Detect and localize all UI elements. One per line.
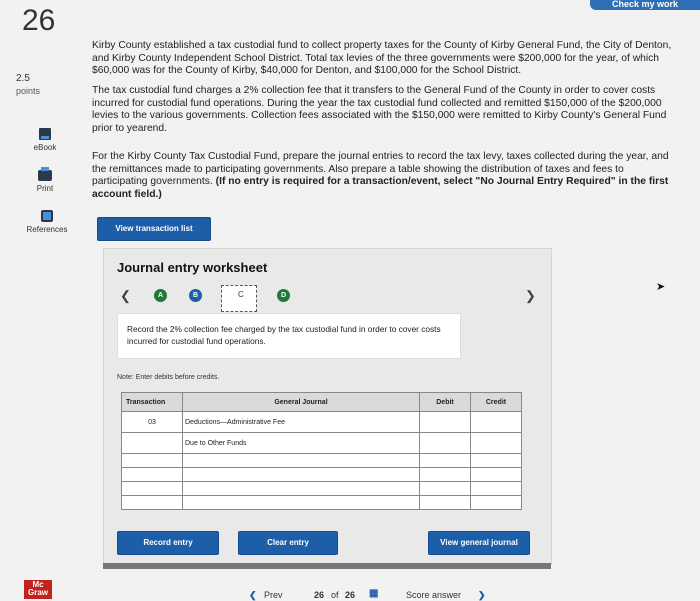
problem-paragraph-1: Kirby County established a tax custodial… bbox=[92, 40, 672, 77]
points-label: points bbox=[16, 86, 41, 96]
page-of: of bbox=[331, 590, 339, 600]
mcgraw-hill-logo: Mc Graw bbox=[24, 580, 52, 599]
table-row: 03 Deductions—Administrative Fee bbox=[121, 411, 522, 433]
step-c-label: C bbox=[238, 290, 244, 299]
logo-line-2: Graw bbox=[27, 588, 48, 597]
transaction-cell bbox=[121, 432, 183, 454]
printer-icon bbox=[38, 167, 52, 181]
credit-field[interactable] bbox=[470, 453, 522, 468]
prev-chevron-icon[interactable]: ❮ bbox=[249, 590, 257, 601]
entry-note: Note: Enter debits before credits. bbox=[117, 374, 220, 381]
credit-field[interactable] bbox=[470, 432, 522, 454]
print-tool[interactable]: Print bbox=[10, 167, 80, 193]
step-d[interactable]: D bbox=[277, 289, 290, 302]
worksheet-title: Journal entry worksheet bbox=[117, 260, 268, 275]
table-row bbox=[121, 453, 522, 468]
view-transaction-list-button[interactable]: View transaction list bbox=[97, 217, 211, 241]
transaction-cell bbox=[121, 467, 183, 482]
transaction-cell bbox=[121, 481, 183, 496]
check-my-work-button[interactable]: Check my work bbox=[590, 0, 700, 10]
journal-entry-table: Transaction General Journal Debit Credit… bbox=[121, 392, 522, 510]
ebook-tool[interactable]: eBook bbox=[10, 128, 80, 152]
record-entry-button[interactable]: Record entry bbox=[117, 531, 219, 555]
table-row: Due to Other Funds bbox=[121, 432, 522, 454]
column-general-journal: General Journal bbox=[182, 392, 420, 412]
print-label: Print bbox=[36, 184, 54, 193]
references-tool[interactable]: References bbox=[12, 210, 82, 234]
references-icon bbox=[41, 210, 53, 222]
step-b[interactable]: B bbox=[189, 289, 202, 302]
account-field[interactable] bbox=[182, 453, 420, 468]
credit-field[interactable] bbox=[470, 467, 522, 482]
transaction-cell bbox=[121, 495, 183, 510]
table-row bbox=[121, 481, 522, 496]
cursor-icon: ➤ bbox=[656, 281, 666, 293]
page-total: 26 bbox=[345, 590, 356, 600]
debit-field[interactable] bbox=[419, 481, 471, 496]
table-row bbox=[121, 467, 522, 482]
debit-field[interactable] bbox=[419, 432, 471, 454]
debit-field[interactable] bbox=[419, 411, 471, 433]
problem-paragraph-3: For the Kirby County Tax Custodial Fund,… bbox=[92, 151, 682, 201]
column-credit: Credit bbox=[470, 392, 522, 412]
credit-field[interactable] bbox=[470, 481, 522, 496]
next-button[interactable]: Score answer bbox=[406, 590, 461, 600]
points-value: 2.5 bbox=[16, 73, 30, 84]
account-field[interactable] bbox=[182, 481, 420, 496]
book-icon bbox=[39, 128, 51, 140]
debit-field[interactable] bbox=[419, 453, 471, 468]
references-label: References bbox=[26, 225, 68, 234]
account-field[interactable] bbox=[182, 495, 420, 510]
view-general-journal-button[interactable]: View general journal bbox=[428, 531, 530, 555]
transaction-cell bbox=[121, 453, 183, 468]
instruction-text: Record the 2% collection fee charged by … bbox=[127, 324, 441, 346]
transaction-cell: 03 bbox=[121, 411, 183, 433]
chevron-left-icon[interactable]: ❮ bbox=[120, 288, 131, 304]
debit-field[interactable] bbox=[419, 467, 471, 482]
clear-entry-button[interactable]: Clear entry bbox=[238, 531, 338, 555]
problem-paragraph-2: The tax custodial fund charges a 2% coll… bbox=[92, 85, 667, 134]
table-row bbox=[121, 495, 522, 510]
step-a[interactable]: A bbox=[154, 289, 167, 302]
grid-icon[interactable]: ▦ bbox=[369, 588, 378, 599]
chevron-right-icon[interactable]: ❯ bbox=[525, 288, 536, 304]
next-chevron-icon[interactable]: ❯ bbox=[478, 590, 486, 601]
column-debit: Debit bbox=[419, 392, 471, 412]
account-field[interactable]: Due to Other Funds bbox=[182, 432, 420, 454]
column-transaction: Transaction bbox=[121, 392, 183, 412]
account-field[interactable] bbox=[182, 467, 420, 482]
credit-field[interactable] bbox=[470, 495, 522, 510]
page-current: 26 bbox=[314, 590, 325, 600]
ebook-label: eBook bbox=[33, 143, 57, 152]
debit-field[interactable] bbox=[419, 495, 471, 510]
credit-field[interactable] bbox=[470, 411, 522, 433]
account-field[interactable]: Deductions—Administrative Fee bbox=[182, 411, 420, 433]
prev-button[interactable]: Prev bbox=[264, 590, 283, 600]
question-number: 26 bbox=[22, 4, 56, 37]
horizontal-scrollbar[interactable] bbox=[103, 563, 551, 569]
